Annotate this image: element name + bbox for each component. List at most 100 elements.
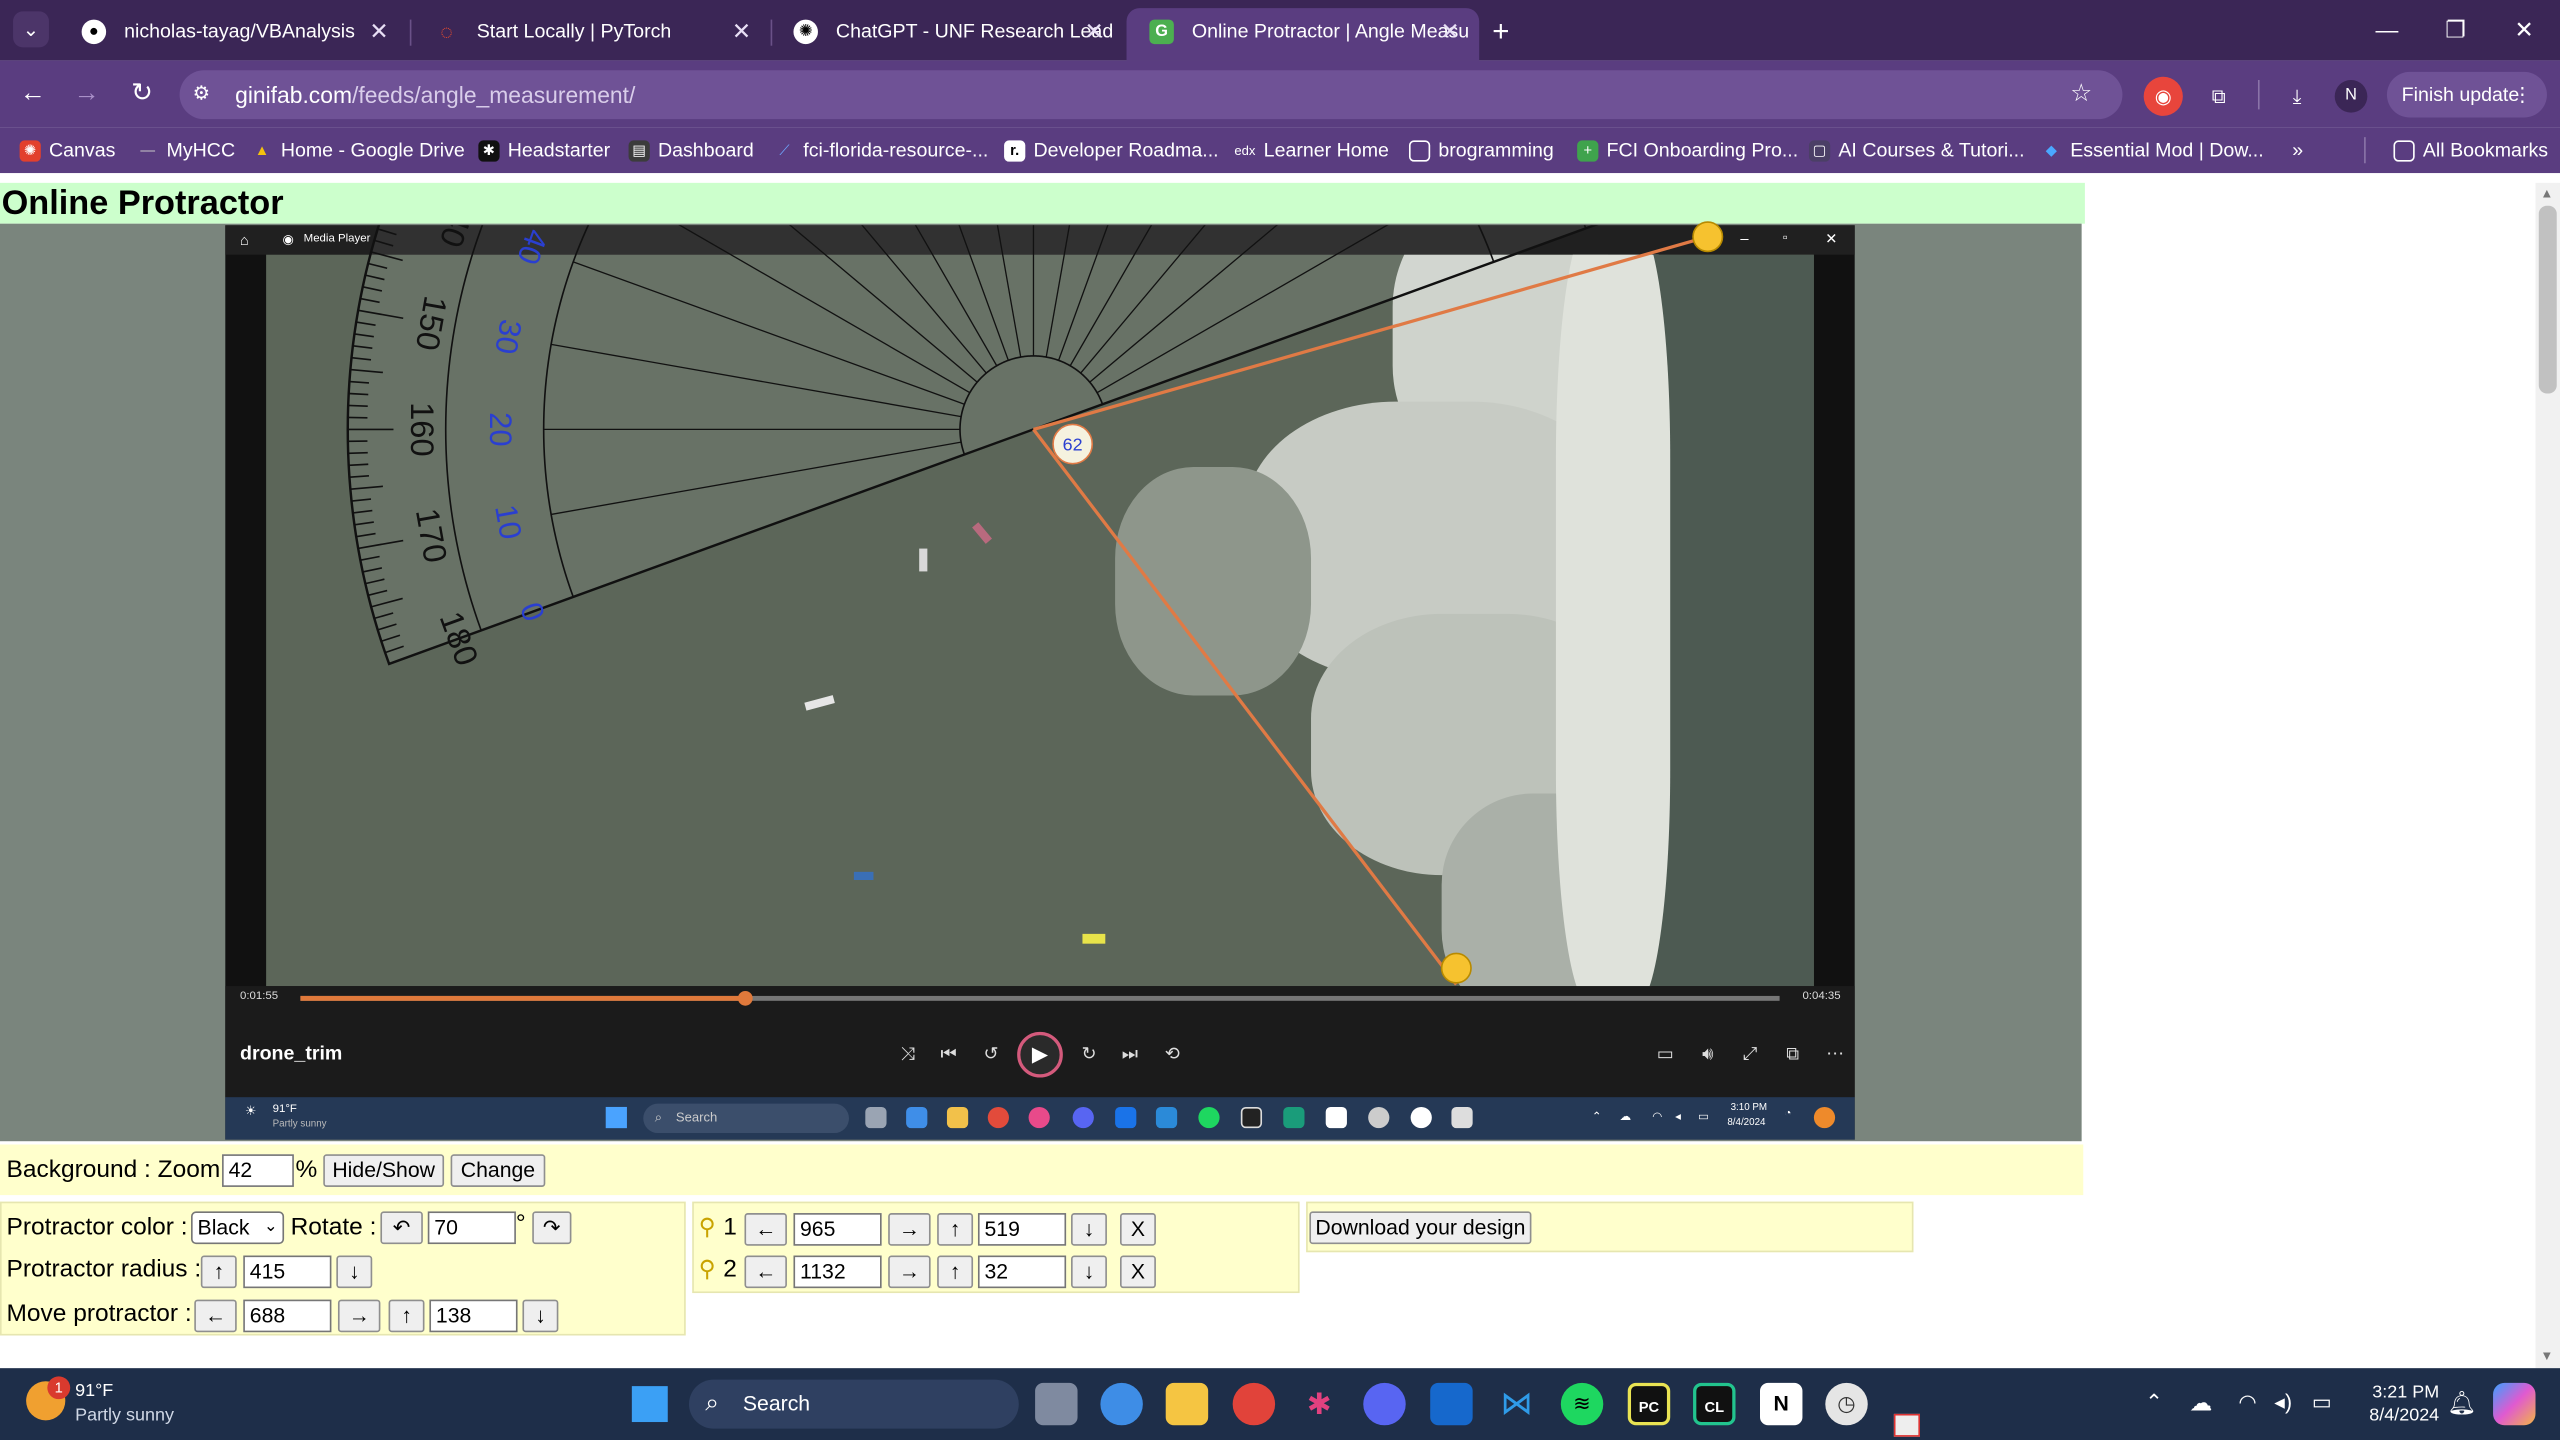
rotate-cw-button[interactable]: ↷ (532, 1211, 572, 1245)
point2-x-input[interactable]: 1132 (793, 1255, 882, 1289)
site-info-icon[interactable]: ⚙ (193, 82, 211, 105)
zoom-input[interactable]: 42 (222, 1154, 294, 1187)
fci-icon: ⟋ (779, 142, 790, 159)
bookmark-canvas[interactable]: ✺ Canvas (19, 137, 115, 163)
scroll-down-icon[interactable]: ▼ (2540, 1349, 2553, 1364)
back-icon[interactable]: ← (13, 77, 52, 113)
copilot-icon[interactable] (2493, 1382, 2536, 1426)
scroll-up-icon[interactable]: ▲ (2540, 186, 2553, 201)
radius-decrease-button[interactable]: ↓ (336, 1255, 373, 1289)
bookmark-developer-roadmap[interactable]: r. Developer Roadma... (1004, 137, 1219, 163)
outlook-icon[interactable] (1430, 1382, 1473, 1426)
bookmark-star-icon[interactable]: ☆ (2070, 78, 2092, 108)
point2-remove-button[interactable]: X (1120, 1255, 1156, 1289)
move-x-input[interactable]: 688 (243, 1299, 332, 1333)
notification-bell-icon[interactable]: 🔔︎ (2447, 1389, 2476, 1417)
weather-desc[interactable]: Partly sunny (75, 1406, 174, 1426)
close-icon[interactable]: ✕ (1440, 8, 1459, 54)
url-text[interactable]: ginifab.com/feeds/angle_measurement/ (235, 80, 635, 109)
radius-input[interactable]: 415 (243, 1255, 332, 1289)
new-tab-button[interactable]: + (1492, 8, 1509, 54)
bookmark-essential-mod[interactable]: ◆ Essential Mod | Dow... (2041, 137, 2264, 163)
task-view-icon[interactable] (1035, 1382, 1078, 1426)
vscode-icon[interactable]: ⋈ (1496, 1383, 1538, 1425)
weather-temp[interactable]: 91°F (75, 1381, 113, 1401)
window-close-icon[interactable]: ✕ (2491, 8, 2556, 50)
slack-icon[interactable]: ✱ (1298, 1383, 1340, 1425)
tab-search-button[interactable]: ⌄ (13, 11, 49, 48)
scrollbar-thumb[interactable] (2538, 205, 2557, 394)
tray-chevron-icon[interactable]: ⌃ (2145, 1389, 2163, 1415)
point1-down-button[interactable]: ↓ (1071, 1213, 1107, 1246)
tab-pytorch[interactable]: ◌ Start Locally | PyTorch ✕ (411, 8, 770, 60)
more-bookmarks-button[interactable]: » (2292, 137, 2303, 163)
bookmark-fci-florida[interactable]: ⟋ fci-florida-resource-... (774, 137, 988, 163)
move-up-button[interactable]: ↑ (388, 1299, 425, 1333)
point2-down-button[interactable]: ↓ (1071, 1255, 1107, 1289)
move-down-button[interactable]: ↓ (522, 1299, 559, 1333)
point1-right-button[interactable]: → (888, 1213, 931, 1246)
point2-right-button[interactable]: → (888, 1255, 931, 1289)
point2-left-button[interactable]: ← (744, 1255, 787, 1289)
change-background-button[interactable]: Change (450, 1154, 546, 1187)
clion-icon[interactable]: CL (1693, 1382, 1736, 1426)
close-icon[interactable]: ✕ (732, 8, 751, 54)
close-icon[interactable]: ✕ (369, 8, 388, 54)
point2-up-button[interactable]: ↑ (937, 1255, 974, 1289)
onedrive-app-icon[interactable] (1100, 1382, 1143, 1426)
tab-vbanalysis[interactable]: ● nicholas-tayag/VBAnalysis ✕ (59, 8, 408, 60)
bookmark-headstarter[interactable]: ✱ Headstarter (478, 137, 610, 163)
point1-left-button[interactable]: ← (744, 1213, 787, 1246)
discord-icon[interactable] (1363, 1382, 1406, 1426)
tab-chatgpt[interactable]: ✺ ChatGPT - UNF Research Lead ✕ (771, 8, 1124, 60)
system-clock[interactable]: 3:21 PM 8/4/2024 (2351, 1381, 2439, 1427)
bookmark-dashboard[interactable]: ▤ Dashboard (628, 137, 754, 163)
point1-y-input[interactable]: 519 (977, 1213, 1067, 1246)
close-icon[interactable]: ✕ (1085, 8, 1104, 54)
extension-icon[interactable]: ◉ (2143, 76, 2183, 116)
notion-icon[interactable]: N (1760, 1382, 1803, 1426)
extensions-puzzle-icon[interactable]: ⧉ (2199, 77, 2238, 116)
point2-y-input[interactable]: 32 (977, 1255, 1067, 1289)
clock-app-icon[interactable]: ◷ (1825, 1382, 1868, 1426)
start-icon[interactable] (631, 1386, 668, 1423)
volume-icon[interactable]: ◂) (2274, 1389, 2292, 1415)
move-y-input[interactable]: 138 (429, 1299, 518, 1333)
bookmark-myhcc[interactable]: — MyHCC (137, 137, 235, 163)
reload-icon[interactable]: ↻ (122, 77, 161, 113)
move-left-button[interactable]: ← (194, 1299, 237, 1333)
protractor-color-select[interactable]: Black ⌄ (191, 1211, 285, 1245)
rotate-ccw-button[interactable]: ↶ (380, 1211, 423, 1245)
bookmark-google-drive[interactable]: ▲ Home - Google Drive (251, 137, 465, 163)
bookmark-brogramming[interactable]: brogramming (1408, 137, 1554, 163)
download-design-button[interactable]: Download your design (1309, 1211, 1532, 1245)
point1-up-button[interactable]: ↑ (937, 1213, 974, 1246)
all-bookmarks-button[interactable]: All Bookmarks (2393, 137, 2548, 163)
spotify-icon[interactable]: ≋ (1560, 1382, 1604, 1426)
restore-icon[interactable]: ❐ (2423, 8, 2488, 50)
battery-icon[interactable]: ▭ (2312, 1389, 2332, 1415)
move-right-button[interactable]: → (337, 1299, 381, 1333)
point1-remove-button[interactable]: X (1120, 1213, 1156, 1246)
hide-show-button[interactable]: Hide/Show (323, 1154, 445, 1187)
pycharm-icon[interactable]: PC (1627, 1382, 1671, 1426)
bookmark-fci-onboarding[interactable]: + FCI Onboarding Pro... (1577, 137, 1798, 163)
radius-increase-button[interactable]: ↑ (200, 1255, 237, 1289)
onedrive-icon[interactable]: ☁ (2189, 1389, 2212, 1417)
file-explorer-icon[interactable] (1165, 1382, 1209, 1426)
taskbar-search[interactable]: ⌕ Search (688, 1379, 1019, 1429)
download-icon[interactable]: ⤓ (2278, 77, 2317, 116)
tab-online-protractor[interactable]: G Online Protractor | Angle Measu ✕ (1126, 8, 1480, 61)
rotate-input[interactable]: 70 (427, 1211, 516, 1245)
bookmark-learner-home[interactable]: edx Learner Home (1234, 137, 1389, 163)
finish-update-button[interactable]: Finish update ⋮ (2386, 71, 2547, 118)
point1-x-input[interactable]: 965 (793, 1213, 882, 1246)
chrome-icon[interactable] (1232, 1382, 1276, 1426)
forward-icon[interactable]: → (67, 77, 106, 113)
snipping-tool-icon[interactable] (1893, 1413, 1921, 1437)
profile-avatar[interactable]: N (2334, 80, 2368, 113)
bookmark-ai-courses[interactable]: ▢ AI Courses & Tutori... (1808, 137, 2025, 163)
minimize-icon[interactable]: — (2354, 8, 2419, 50)
menu-dots-icon: ⋮ (2512, 83, 2533, 107)
wifi-icon[interactable]: ◠ (2238, 1389, 2257, 1415)
